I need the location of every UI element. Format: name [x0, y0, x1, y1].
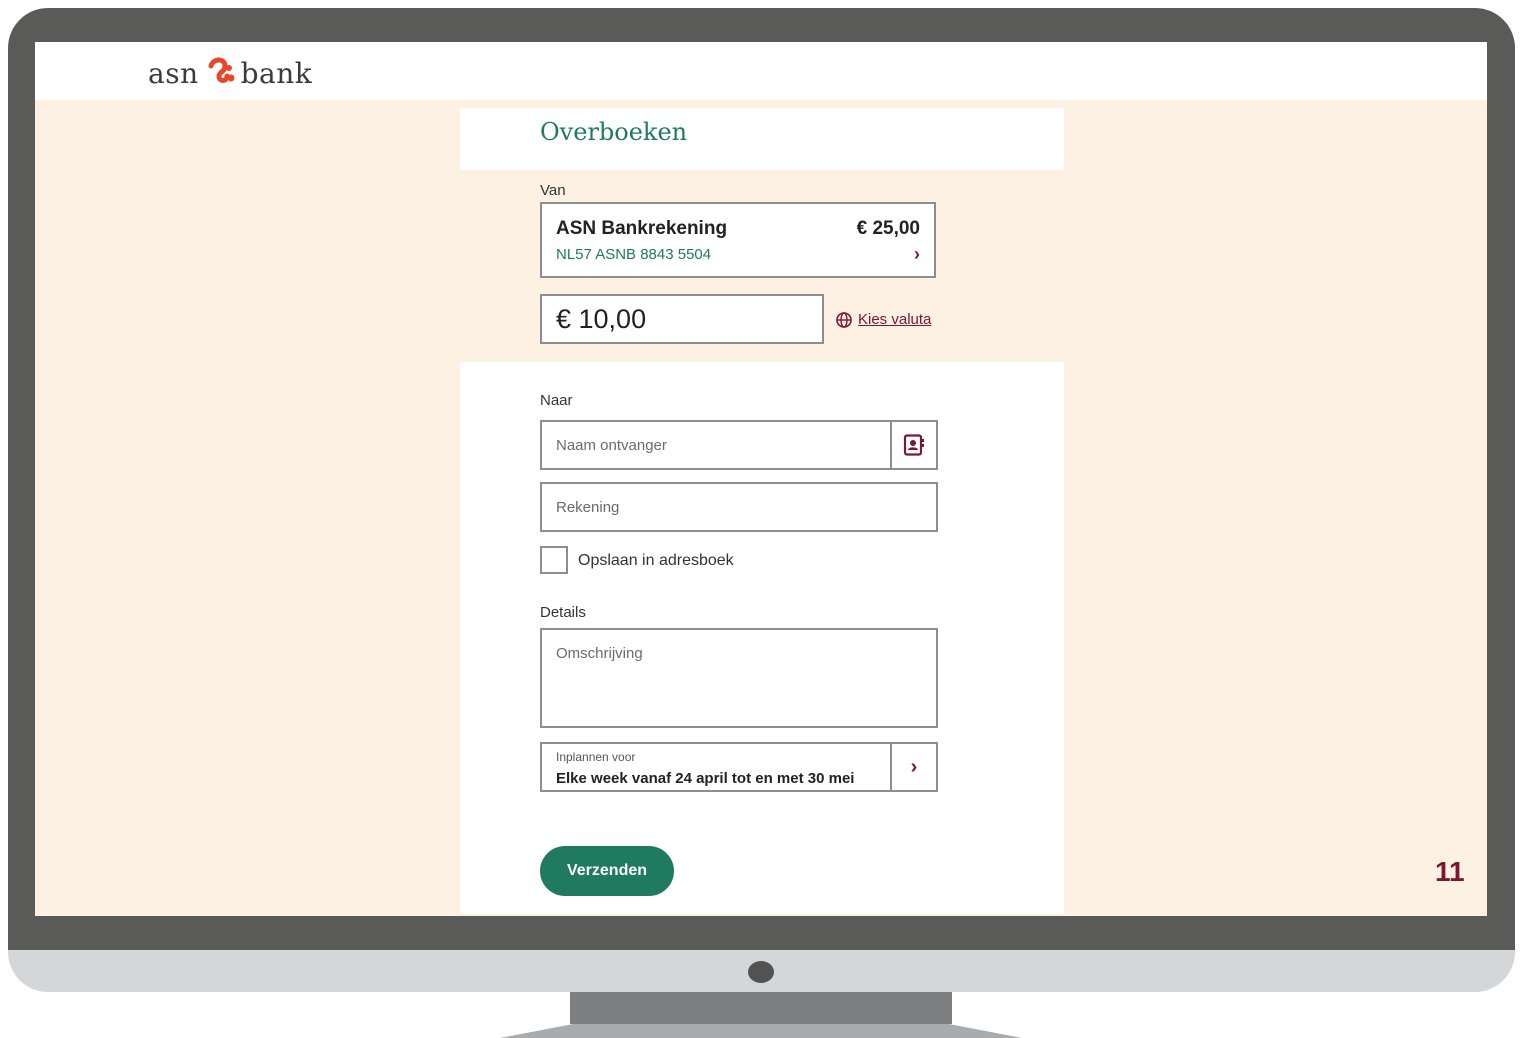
logo-text-left: asn — [148, 56, 199, 90]
transfer-form: Overboeken Van ASN Bankrekening NL57 ASN… — [460, 108, 1064, 914]
address-book-icon — [903, 434, 924, 456]
logo-text-right: bank — [240, 56, 313, 90]
account-iban: NL57 ASNB 8843 5504 — [556, 246, 712, 263]
save-to-address-book-label: Opslaan in adresboek — [578, 552, 734, 569]
schedule-value: Elke week vanaf 24 april tot en met 30 m… — [556, 770, 855, 787]
page-number: 11 — [1435, 856, 1465, 887]
globe-icon — [836, 311, 852, 328]
choose-currency-link[interactable]: Kies valuta — [836, 311, 931, 328]
top-bar: asn bank — [35, 42, 1487, 100]
chevron-right-icon: › — [914, 244, 920, 264]
recipient-name-input[interactable]: Naam ontvanger — [540, 420, 938, 470]
page-title: Overboeken — [540, 118, 688, 146]
recipient-name-placeholder: Naam ontvanger — [556, 437, 667, 454]
monitor-stand-neck — [570, 992, 952, 1024]
recipient-section: Naar Naam ontvanger Rekening Opslaan in … — [460, 362, 1064, 914]
from-label: Van — [540, 182, 566, 199]
schedule-selector[interactable]: Inplannen voor Elke week vanaf 24 april … — [540, 742, 938, 792]
description-textarea[interactable]: Omschrijving — [540, 628, 938, 728]
title-block: Overboeken — [460, 108, 1064, 170]
camera-dot — [748, 961, 774, 983]
schedule-label: Inplannen voor — [556, 750, 636, 764]
account-name: ASN Bankrekening — [556, 218, 728, 239]
asn-bank-logo[interactable]: asn bank — [148, 56, 312, 90]
amount-input[interactable]: € 10,00 — [540, 294, 824, 344]
monitor-stand-base — [500, 1024, 1022, 1038]
squirrel-logo-icon — [208, 57, 235, 83]
account-number-placeholder: Rekening — [556, 499, 620, 516]
account-number-input[interactable]: Rekening — [540, 482, 938, 532]
from-account-selector[interactable]: ASN Bankrekening NL57 ASNB 8843 5504 € 2… — [540, 202, 936, 278]
address-book-button[interactable] — [890, 422, 936, 468]
choose-currency-label: Kies valuta — [858, 311, 932, 328]
chevron-right-icon: › — [890, 744, 936, 790]
amount-value: € 10,00 — [556, 304, 647, 334]
to-label: Naar — [540, 392, 573, 409]
account-balance: € 25,00 — [856, 218, 920, 239]
save-to-address-book-checkbox[interactable] — [540, 546, 568, 574]
details-label: Details — [540, 604, 586, 621]
send-button[interactable]: Verzenden — [540, 846, 674, 896]
description-placeholder: Omschrijving — [556, 645, 643, 662]
screen: asn bank Overboeken Van ASN Bankrekening… — [35, 42, 1487, 916]
